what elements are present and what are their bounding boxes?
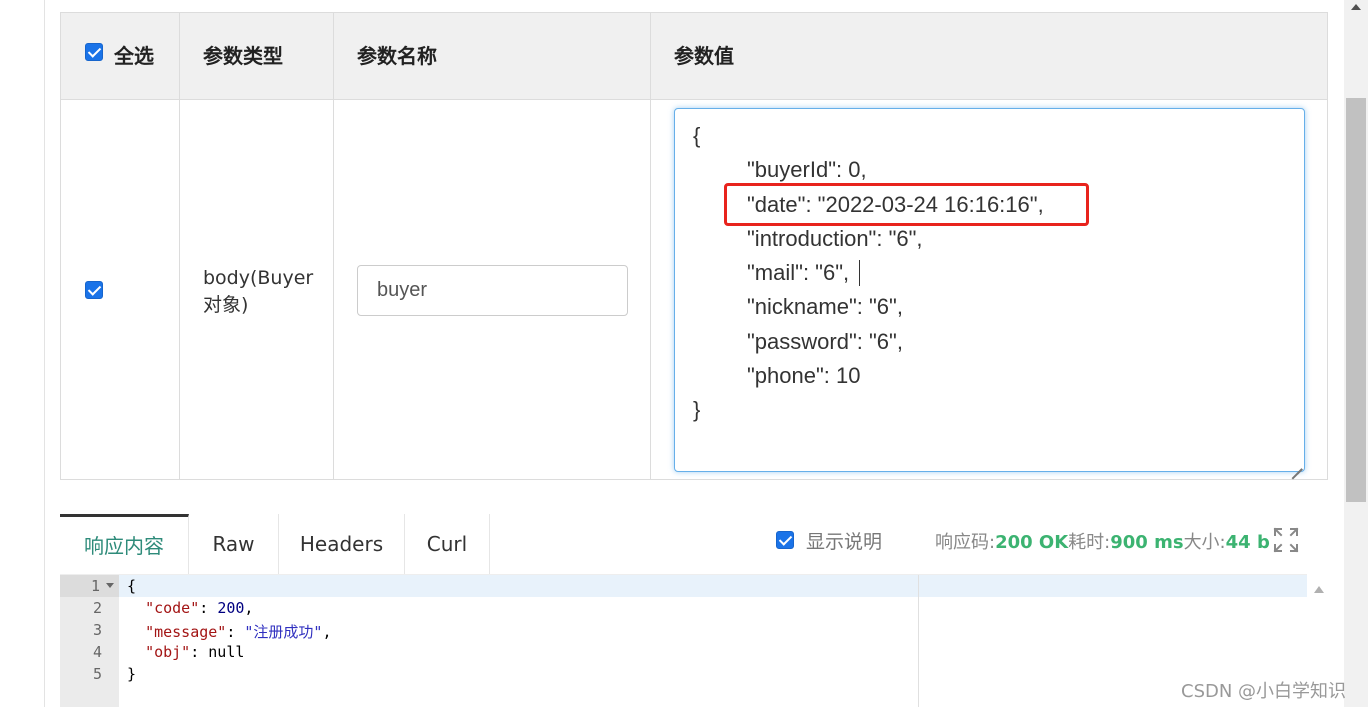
header-param-name: 参数名称 (357, 44, 437, 68)
param-type-cell: body(Buyer 对象) (203, 265, 333, 319)
response-info: 响应码:200 OK耗时:900 ms大小:44 b (935, 528, 1270, 554)
code-line: "obj": null (145, 643, 245, 661)
tab-raw[interactable]: Raw (189, 514, 279, 574)
tab-response-content[interactable]: 响应内容 (60, 514, 189, 574)
resize-grip-icon[interactable] (1291, 458, 1302, 469)
brace-open: { (127, 577, 137, 595)
scrollbar-thumb[interactable] (1346, 98, 1366, 502)
param-value-textarea[interactable]: { "buyerId": 0, "date": "2022-03-24 16:1… (674, 108, 1305, 472)
select-all-checkbox[interactable] (85, 43, 103, 61)
header-select-all: 全选 (114, 44, 154, 68)
json-line: "password": "6", (747, 329, 903, 354)
json-line: "introduction": "6", (747, 226, 923, 251)
param-type-line2: 对象) (203, 294, 249, 316)
fold-arrow-icon[interactable] (106, 583, 114, 588)
show-desc-label: 显示说明 (806, 531, 883, 553)
response-code-editor[interactable]: 1 2 3 4 5 { "code": 200, "message": "注册成… (60, 574, 1324, 707)
active-line-highlight (60, 575, 1307, 597)
json-key: "code" (145, 599, 200, 617)
json-line: "mail": "6", (747, 260, 850, 285)
tab-curl[interactable]: Curl (405, 514, 490, 574)
line-number: 2 (92, 599, 102, 617)
scroll-up-arrow-icon[interactable] (1351, 4, 1361, 10)
code-line: "code": 200, (145, 599, 254, 617)
json-string: "注册成功" (244, 623, 323, 641)
json-line: "nickname": "6", (747, 294, 903, 319)
code-line: } (127, 665, 136, 683)
code-line: { (127, 577, 136, 595)
row-checkbox[interactable] (85, 281, 103, 299)
fullscreen-icon[interactable] (1273, 527, 1299, 553)
json-key: "obj" (145, 643, 191, 661)
header-param-value: 参数值 (674, 44, 734, 68)
code-line: "message": "注册成功", (145, 623, 332, 641)
show-desc-checkbox[interactable] (776, 531, 794, 549)
column-divider (333, 13, 334, 479)
text-caret (859, 260, 860, 286)
left-gutter (0, 0, 45, 707)
time-value: 900 ms (1110, 532, 1184, 553)
page-scrollbar[interactable] (1344, 0, 1368, 707)
tab-headers[interactable]: Headers (279, 514, 405, 574)
json-line: "phone": 10 (747, 363, 861, 388)
parameter-table: 全选 参数类型 参数名称 参数值 body(Buyer 对象) buyer { … (60, 12, 1328, 480)
date-highlight-box (724, 183, 1089, 226)
param-type-line1: body(Buyer (203, 267, 314, 289)
json-key: "message" (145, 623, 227, 641)
brace-close: } (127, 665, 137, 683)
watermark: CSDN @小白学知识 (1181, 681, 1347, 702)
line-number: 4 (92, 643, 102, 661)
param-name-input[interactable]: buyer (357, 265, 628, 316)
json-line: "buyerId": 0, (747, 157, 867, 182)
line-number: 5 (92, 665, 102, 683)
json-line: { (693, 123, 701, 148)
column-divider (179, 13, 180, 479)
line-number: 3 (92, 621, 102, 639)
editor-scroll-up-icon[interactable] (1314, 586, 1324, 593)
column-divider (650, 13, 651, 479)
line-number: 1 (90, 577, 100, 595)
size-label: 大小: (1183, 532, 1226, 553)
time-label: 耗时: (1068, 532, 1111, 553)
json-line: } (693, 397, 701, 422)
json-null: null (208, 643, 245, 661)
status-value: 200 OK (995, 532, 1069, 553)
header-param-type: 参数类型 (203, 44, 283, 68)
print-margin (918, 575, 919, 707)
json-number: 200 (217, 599, 245, 617)
status-label: 响应码: (935, 532, 996, 553)
size-value: 44 b (1225, 532, 1270, 553)
